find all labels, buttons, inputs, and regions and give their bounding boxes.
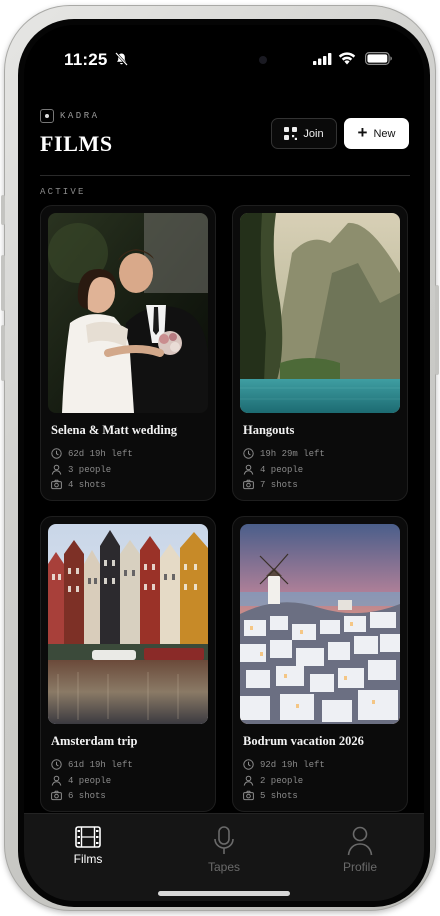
film-time-left: 92d 19h left [243, 759, 325, 770]
brand-name: KADRA [60, 111, 100, 121]
film-title: Hangouts [243, 423, 295, 437]
film-shots: 5 shots [243, 790, 298, 801]
shots-text: 6 shots [68, 790, 106, 801]
film-shots: 6 shots [51, 790, 106, 801]
tab-films[interactable]: Films [48, 826, 128, 866]
film-people: 4 people [51, 775, 111, 786]
tab-profile-label: Profile [342, 860, 377, 874]
wifi-icon [338, 52, 356, 65]
camera-dot [259, 56, 267, 64]
film-thumbnail-amsterdam [48, 524, 208, 724]
power-button [435, 285, 439, 375]
film-people: 2 people [243, 775, 303, 786]
volume-up-button [1, 255, 5, 311]
film-time-left: 61d 19h left [51, 759, 133, 770]
page-title: FILMS [40, 131, 113, 156]
time-left-text: 61d 19h left [68, 759, 133, 770]
person-icon [243, 464, 254, 475]
time-left-text: 62d 19h left [68, 448, 133, 459]
film-time-left: 62d 19h left [51, 448, 133, 459]
cellular-signal-icon [313, 53, 332, 65]
battery-icon [365, 52, 392, 65]
time-left-text: 19h 29m left [260, 448, 325, 459]
camera-icon [243, 790, 254, 801]
brand-logo-icon [40, 109, 54, 123]
clock-icon [243, 448, 254, 459]
shots-text: 7 shots [260, 479, 298, 490]
shots-text: 5 shots [260, 790, 298, 801]
status-bar: 11:25 [24, 25, 424, 85]
section-label: ACTIVE [40, 187, 86, 197]
film-thumbnail-bodrum [240, 524, 400, 724]
film-shots: 7 shots [243, 479, 298, 490]
join-button[interactable]: Join [271, 118, 337, 149]
action-button [1, 195, 5, 225]
home-indicator [158, 891, 290, 896]
plus-icon: + [357, 123, 368, 142]
camera-icon [243, 479, 254, 490]
people-text: 3 people [68, 464, 112, 475]
film-title: Selena & Matt wedding [51, 423, 178, 437]
film-card[interactable]: Selena & Matt wedding 62d 19h left 3 peo… [40, 205, 216, 501]
film-thumbnail-wedding [48, 213, 208, 413]
film-card[interactable]: Amsterdam trip 61d 19h left 4 people 6 s… [40, 516, 216, 812]
phone-frame: 11:25 KADRA FILMS Join + New ACTIVE Sele… [1, 5, 439, 911]
mic-icon [214, 826, 234, 854]
people-text: 4 people [68, 775, 112, 786]
people-text: 4 people [260, 464, 304, 475]
clock-icon [243, 759, 254, 770]
tab-films-label: Films [73, 852, 103, 866]
film-people: 4 people [243, 464, 303, 475]
clock-icon [51, 448, 62, 459]
bezel: 11:25 KADRA FILMS Join + New ACTIVE Sele… [18, 19, 430, 907]
bell-slash-icon [115, 52, 128, 66]
tab-tapes-label: Tapes [207, 860, 241, 874]
film-shots: 4 shots [51, 479, 106, 490]
film-people: 3 people [51, 464, 111, 475]
tab-profile[interactable]: Profile [320, 826, 400, 874]
clock-icon [51, 759, 62, 770]
shots-text: 4 shots [68, 479, 106, 490]
tab-bar: Films Tapes Profile [24, 813, 424, 901]
join-label: Join [303, 127, 324, 140]
new-label: New [373, 127, 396, 140]
tab-tapes[interactable]: Tapes [184, 826, 264, 874]
person-icon [51, 775, 62, 786]
film-title: Amsterdam trip [51, 734, 138, 748]
film-thumbnail-hangouts [240, 213, 400, 413]
person-icon [51, 464, 62, 475]
camera-icon [51, 479, 62, 490]
time-left-text: 92d 19h left [260, 759, 325, 770]
status-time: 11:25 [64, 50, 108, 69]
film-icon [75, 826, 101, 848]
screen: 11:25 KADRA FILMS Join + New ACTIVE Sele… [24, 25, 424, 901]
camera-icon [51, 790, 62, 801]
film-card[interactable]: Hangouts 19h 29m left 4 people 7 shots [232, 205, 408, 501]
brand: KADRA [40, 109, 100, 123]
volume-down-button [1, 325, 5, 381]
film-time-left: 19h 29m left [243, 448, 325, 459]
people-text: 2 people [260, 775, 304, 786]
film-card[interactable]: Bodrum vacation 2026 92d 19h left 2 peop… [232, 516, 408, 812]
qr-code-icon [284, 127, 298, 140]
new-film-button[interactable]: + New [344, 118, 409, 149]
header-divider [40, 175, 410, 176]
person-icon [347, 826, 373, 856]
person-icon [243, 775, 254, 786]
dynamic-island [174, 43, 290, 77]
film-title: Bodrum vacation 2026 [243, 734, 364, 748]
